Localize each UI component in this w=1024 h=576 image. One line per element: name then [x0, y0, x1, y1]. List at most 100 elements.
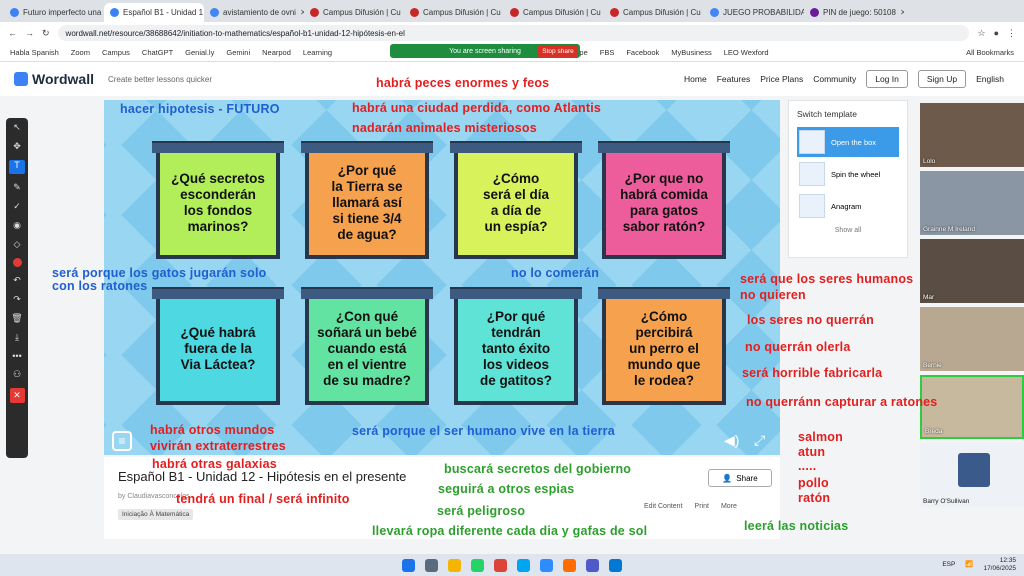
participant-video[interactable]: Barry O'Sullivan	[920, 443, 1024, 507]
bookmark-item[interactable]: Habla Spanish	[10, 48, 59, 57]
print-button[interactable]: Print	[695, 503, 709, 510]
teams-icon[interactable]	[586, 558, 599, 572]
browser-tab[interactable]: Campus Difusión | Cu✕	[504, 3, 604, 22]
search-icon[interactable]	[425, 558, 438, 572]
more-tools-icon[interactable]: •••	[12, 351, 21, 361]
word-icon[interactable]	[517, 558, 530, 572]
browser-tab[interactable]: Futuro imperfecto una✕	[4, 3, 104, 22]
bookmark-item[interactable]: Genial.ly	[185, 48, 214, 57]
wifi-icon[interactable]: 📶	[965, 561, 973, 569]
redo-icon[interactable]: ↷	[13, 294, 21, 305]
nav-home[interactable]: Home	[684, 74, 707, 84]
annotation-text: seguirá a otros espias	[438, 482, 575, 496]
question-box[interactable]: ¿Por qué tendrán tanto éxito los videos …	[450, 287, 582, 405]
bookmark-item[interactable]: Campus	[102, 48, 130, 57]
nav-features[interactable]: Features	[717, 74, 751, 84]
close-toolbar-icon[interactable]: ✕	[9, 388, 25, 403]
annotation-text: será peligroso	[437, 504, 526, 518]
wordwall-logo[interactable]: Wordwall	[14, 71, 94, 87]
participant-video[interactable]: Bernie	[920, 307, 1024, 371]
question-box[interactable]: ¿Cómo será el día a día de un espía?	[450, 141, 582, 259]
bookmark-item[interactable]: Learning	[303, 48, 332, 57]
menu-kebab-icon[interactable]: ⋮	[1007, 28, 1016, 39]
fullscreen-icon[interactable]: ⤢	[754, 432, 765, 449]
stamp-tool-icon[interactable]: ◉	[13, 220, 21, 231]
text-tool-icon[interactable]: T	[9, 160, 25, 174]
language-indicator[interactable]: ESP	[942, 561, 955, 569]
bookmark-item[interactable]: MyBusiness	[671, 48, 711, 57]
signup-button[interactable]: Sign Up	[917, 70, 967, 88]
zoom-icon[interactable]	[540, 558, 553, 572]
annotation-text: no quieren	[740, 288, 806, 302]
clock[interactable]: 12:35 17/06/2025	[983, 557, 1016, 574]
category-tag[interactable]: Iniciação À Matemática	[118, 509, 194, 520]
delete-icon[interactable]: 🗑	[11, 313, 22, 324]
participant-video[interactable]: Mar	[920, 239, 1024, 303]
profile-icon[interactable]: ●	[994, 28, 999, 38]
login-button[interactable]: Log In	[866, 70, 908, 88]
start-icon[interactable]	[402, 558, 415, 572]
browser-tab[interactable]: Campus Difusión | Cu✕	[604, 3, 704, 22]
move-tool-icon[interactable]: ✥	[13, 141, 21, 152]
share-button[interactable]: 👤 Share	[708, 469, 772, 487]
open-box-thumbnail	[799, 130, 825, 154]
bookmark-item[interactable]: Facebook	[626, 48, 659, 57]
question-box[interactable]: ¿Qué habrá fuera de la Via Láctea?	[152, 287, 284, 405]
star-icon[interactable]: ☆	[977, 28, 985, 39]
back-icon[interactable]: ←	[8, 28, 17, 38]
close-tab-icon[interactable]: ✕	[900, 8, 904, 17]
bookmark-item[interactable]: Gemini	[226, 48, 250, 57]
question-box[interactable]: ¿Con qué soñará un bebé cuando está en e…	[301, 287, 433, 405]
browser-tab[interactable]: Campus Difusión | Cu✕	[404, 3, 504, 22]
more-button[interactable]: More	[721, 503, 737, 510]
whatsapp-icon[interactable]	[471, 558, 484, 572]
question-box[interactable]: ¿Qué secretos esconderán los fondos mari…	[152, 141, 284, 259]
language-selector[interactable]: English	[976, 74, 1004, 84]
sound-icon[interactable]: ◀)	[724, 432, 739, 449]
template-spin-the-wheel[interactable]: Spin the wheel	[797, 159, 899, 189]
game-menu-button[interactable]: ≡	[112, 431, 132, 451]
participants-icon[interactable]: ⚇	[13, 369, 21, 380]
participant-video[interactable]: Grainne M Ireland	[920, 171, 1024, 235]
url-field[interactable]: wordwall.net/resource/38688642/initiatio…	[57, 25, 970, 41]
nav-price-plans[interactable]: Price Plans	[760, 74, 803, 84]
nav-community[interactable]: Community	[813, 74, 856, 84]
template-open-the-box[interactable]: Open the box	[797, 127, 899, 157]
template-anagram[interactable]: Anagram	[797, 191, 899, 221]
pen-tool-icon[interactable]: ✎	[13, 182, 21, 193]
question-box[interactable]: ¿Cómo percibirá un perro el mundo que le…	[598, 287, 730, 405]
browser-tab[interactable]: PIN de juego: 50108 ✕	[804, 3, 904, 22]
pointer-tool-icon[interactable]: ↖	[13, 122, 21, 133]
bookmark-item[interactable]: FBS	[600, 48, 615, 57]
browser-tab[interactable]: JUEGO PROBABILIDA✕	[704, 3, 804, 22]
reload-icon[interactable]: ↻	[42, 28, 50, 39]
all-bookmarks-button[interactable]: All Bookmarks	[966, 48, 1014, 57]
bookmark-item[interactable]: Nearpod	[262, 48, 291, 57]
edit-content-button[interactable]: Edit Content	[644, 503, 683, 510]
browser-tab[interactable]: Campus Difusión | Cu✕	[304, 3, 404, 22]
mail-icon[interactable]	[609, 558, 622, 572]
participant-name: Lolo	[923, 158, 936, 165]
chrome-icon[interactable]	[494, 558, 507, 572]
browser-tab[interactable]: avistamiento de ovni ✕	[204, 3, 304, 22]
bookmark-item[interactable]: Zoom	[71, 48, 90, 57]
question-box[interactable]: ¿Por qué la Tierra se llamará así si tie…	[301, 141, 433, 259]
question-box[interactable]: ¿Por que no habrá comida para gatos sabo…	[598, 141, 730, 259]
participant-video[interactable]: Lolo	[920, 103, 1024, 167]
save-icon[interactable]: ⤓	[15, 332, 19, 343]
bookmark-item[interactable]: LEO Wexford	[724, 48, 769, 57]
undo-icon[interactable]: ↶	[13, 275, 21, 286]
bookmark-item[interactable]: ChatGPT	[142, 48, 173, 57]
check-tool-icon[interactable]: ✓	[13, 201, 21, 212]
browser-tab[interactable]: Español B1 - Unidad 1✕	[104, 3, 204, 22]
annotation-text: pollo	[798, 476, 829, 490]
vlc-icon[interactable]	[563, 558, 576, 572]
tagline: Create better lessons quicker	[107, 74, 213, 84]
color-picker-icon[interactable]	[12, 258, 22, 267]
show-all-templates[interactable]: Show all	[797, 227, 899, 234]
file-explorer-icon[interactable]	[448, 558, 461, 572]
stop-share-button[interactable]: Stop share	[538, 45, 578, 57]
forward-icon[interactable]: →	[25, 28, 34, 38]
switch-template-panel: Switch template Open the box Spin the wh…	[788, 100, 908, 258]
eraser-tool-icon[interactable]: ◇	[14, 239, 21, 250]
